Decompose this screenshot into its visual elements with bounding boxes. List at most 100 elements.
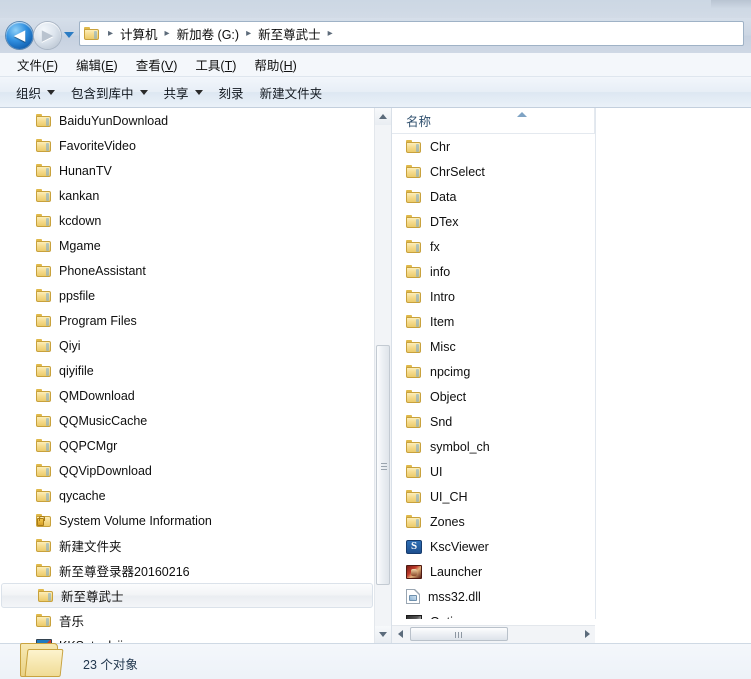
file-list-item[interactable]: fx [392,234,595,259]
scroll-down-button[interactable] [375,626,391,643]
tree-item[interactable]: QQMusicCache [0,408,374,433]
tree-item-label: kankan [59,188,100,203]
tree-item[interactable]: QMDownload [0,383,374,408]
file-list-item[interactable]: Chr [392,134,595,159]
scrollbar-grip-icon [455,632,456,638]
toolbar-share[interactable]: 共享 [156,79,211,106]
menu-file[interactable]: 文件(F) [8,53,67,76]
file-list-item[interactable]: UI [392,459,595,484]
tree-item[interactable]: 新至尊武士 [1,583,373,608]
file-list-pane[interactable]: 名称 Chr ChrSelect Data DTex fx info Intro Item Mi… [391,108,751,643]
tree-item[interactable]: HunanTV [0,158,374,183]
column-divider[interactable] [595,108,596,619]
tree-item-label: qiyifile [59,363,94,378]
scrollbar-thumb[interactable] [376,345,390,585]
tree-item[interactable]: 新建文件夹 [0,533,374,558]
folder-icon [36,364,52,377]
sort-ascending-icon [517,112,527,117]
tree-item[interactable]: 音乐 [0,608,374,633]
toolbar-burn[interactable]: 刻录 [211,79,252,106]
file-item-label: Data [430,189,457,204]
file-item-label: Option [430,615,467,620]
address-bar[interactable]: ▸ 计算机 ▸ 新加卷 (G:) ▸ 新至尊武士 ▸ [79,21,744,46]
scroll-up-button[interactable] [375,108,391,125]
file-list-item[interactable]: info [392,259,595,284]
tree-item[interactable]: FavoriteVideo [0,133,374,158]
tree-item[interactable]: qiyifile [0,358,374,383]
file-list-item[interactable]: Snd [392,409,595,434]
tree-item[interactable]: BaiduYunDownload [0,108,374,133]
breadcrumb-separator[interactable]: ▸ [323,28,338,39]
file-list-item[interactable]: Misc [392,334,595,359]
menu-edit[interactable]: 编辑(E) [67,53,127,76]
toolbar-include-in-library[interactable]: 包含到库中 [63,79,156,106]
toolbar-share-label: 共享 [163,86,189,101]
tree-item[interactable]: PhoneAssistant [0,258,374,283]
file-list-item[interactable]: npcimg [392,359,595,384]
tree-item[interactable]: System Volume Information [0,508,374,533]
folder-icon [406,515,422,528]
scroll-right-button[interactable] [579,626,595,642]
folder-icon [36,214,52,227]
file-list-item[interactable]: UI_CH [392,484,595,509]
tree-item[interactable]: kankan [0,183,374,208]
command-toolbar: 组织 包含到库中 共享 刻录 新建文件夹 [0,77,751,108]
tree-item[interactable]: Program Files [0,308,374,333]
tree-item[interactable]: kcdown [0,208,374,233]
file-item-label: npcimg [430,364,471,379]
tree-item-label: Qiyi [59,338,81,353]
column-header-label: 名称 [406,115,432,129]
file-horizontal-scrollbar[interactable] [392,625,595,643]
chevron-down-icon [47,89,56,95]
file-item-label: Object [430,389,467,404]
file-list-item[interactable]: DTex [392,209,595,234]
tree-item[interactable]: ppsfile [0,283,374,308]
tree-item[interactable]: qycache [0,483,374,508]
forward-button[interactable]: ▶ [34,22,61,49]
tree-item-label: HunanTV [59,163,112,178]
toolbar-new-folder[interactable]: 新建文件夹 [252,79,331,106]
file-list-item[interactable]: Intro [392,284,595,309]
tree-item-label: QQVipDownload [59,463,152,478]
file-list-item[interactable]: Zones [392,509,595,534]
file-item-label: Item [430,314,455,329]
menu-tools[interactable]: 工具(T) [186,53,245,76]
breadcrumb-volume-g[interactable]: 新加卷 (G:) [175,22,242,45]
folder-icon [406,140,422,153]
breadcrumb-computer[interactable]: 计算机 [118,22,160,45]
toolbar-organize[interactable]: 组织 [8,79,63,106]
file-list[interactable]: Chr ChrSelect Data DTex fx info Intro Item Misc n… [392,134,595,619]
folder-icon [36,489,52,502]
history-dropdown-icon[interactable] [64,32,74,38]
tree-item-label: Mgame [59,238,101,253]
file-item-label: DTex [430,214,459,229]
file-list-item[interactable]: Data [392,184,595,209]
file-list-item[interactable]: Launcher [392,559,595,584]
menu-view[interactable]: 查看(V) [127,53,187,76]
tree-item[interactable]: QQPCMgr [0,433,374,458]
triangle-up-icon [379,114,387,119]
file-list-item[interactable]: symbol_ch [392,434,595,459]
file-item-label: Zones [430,514,465,529]
menu-help[interactable]: 帮助(H) [245,53,305,76]
back-button[interactable]: ◀ [6,22,33,49]
tree-item[interactable]: Mgame [0,233,374,258]
file-list-item[interactable]: Item [392,309,595,334]
file-list-item[interactable]: Object [392,384,595,409]
file-list-item[interactable]: mss32.dll [392,584,595,609]
column-header-name[interactable]: 名称 [392,108,595,134]
file-list-item[interactable]: S KscViewer [392,534,595,559]
tree-item[interactable]: 新至尊登录器20160216 [0,558,374,583]
navigation-tree[interactable]: BaiduYunDownload FavoriteVideo HunanTV kank… [0,108,374,643]
breadcrumb-separator: ▸ [164,28,170,39]
tree-vertical-scrollbar[interactable] [374,108,391,643]
breadcrumb-current-folder[interactable]: 新至尊武士 [256,22,323,45]
tree-item[interactable]: Qiyi [0,333,374,358]
toolbar-new-folder-label: 新建文件夹 [259,86,323,101]
file-list-item[interactable]: Option [392,609,595,619]
tree-item[interactable]: QQVipDownload [0,458,374,483]
scrollbar-thumb[interactable] [410,627,508,641]
scroll-left-button[interactable] [392,626,408,642]
file-list-item[interactable]: ChrSelect [392,159,595,184]
folder-icon [406,240,422,253]
